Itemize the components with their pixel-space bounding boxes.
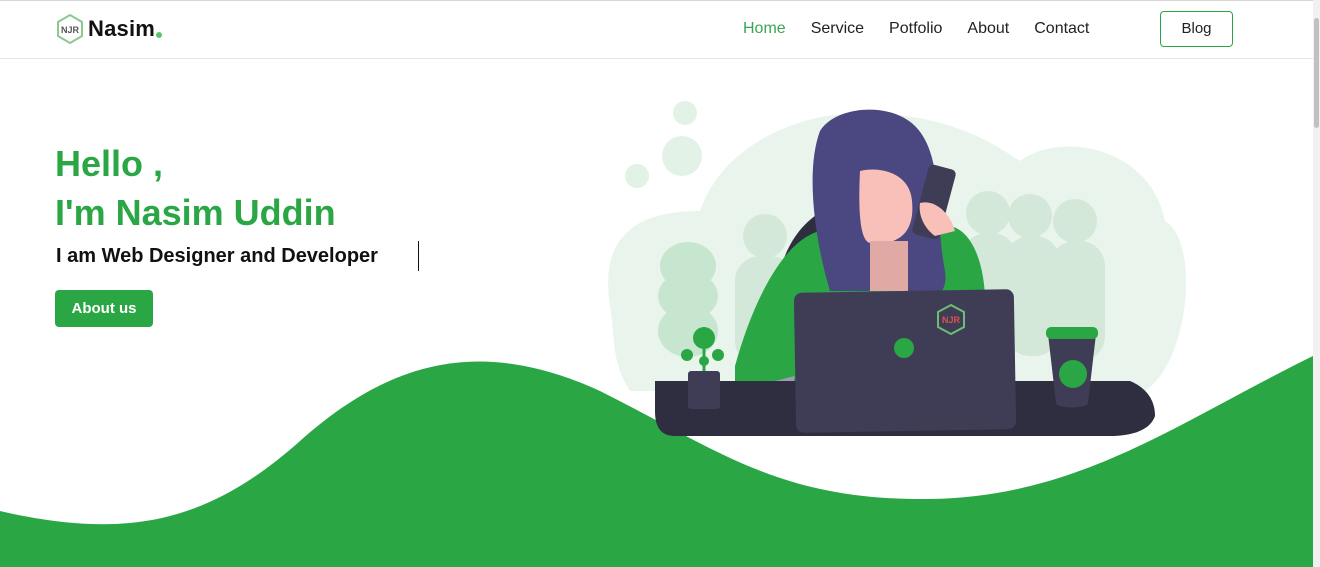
hexagon-logo-icon: NJR xyxy=(57,14,83,44)
nav-item-about[interactable]: About xyxy=(967,19,1009,39)
hero-name: I'm Nasim Uddin xyxy=(55,192,336,233)
logo-text: Nasim xyxy=(88,16,156,41)
page: NJR Nasim Home Service Potfolio About Co… xyxy=(0,0,1313,567)
scrollbar-thumb[interactable] xyxy=(1314,18,1319,128)
nav-item-contact[interactable]: Contact xyxy=(1034,19,1089,39)
logo-mark-text: NJR xyxy=(61,25,80,35)
site-header: NJR Nasim Home Service Potfolio About Co… xyxy=(0,1,1313,59)
nav-item-potfolio[interactable]: Potfolio xyxy=(889,19,942,39)
blog-button[interactable]: Blog xyxy=(1160,11,1233,47)
nav-item-home[interactable]: Home xyxy=(743,19,786,39)
hero-subtitle: I am Web Designer and Developer xyxy=(56,245,378,267)
hero-greeting: Hello , xyxy=(55,143,164,184)
page-scrollbar[interactable] xyxy=(1313,0,1320,567)
laptop-logo-text: NJR xyxy=(942,315,961,325)
logo-dot xyxy=(156,32,163,38)
woman-at-laptop-illustration: NJR xyxy=(608,101,1187,436)
logo-link[interactable]: NJR Nasim xyxy=(56,14,163,44)
hero-title: Hello , I'm Nasim Uddin xyxy=(55,139,336,237)
typing-caret xyxy=(418,241,419,271)
nav-item-service[interactable]: Service xyxy=(811,19,864,39)
main-nav: Home Service Potfolio About Contact xyxy=(743,19,1114,39)
about-us-button[interactable]: About us xyxy=(55,290,153,327)
